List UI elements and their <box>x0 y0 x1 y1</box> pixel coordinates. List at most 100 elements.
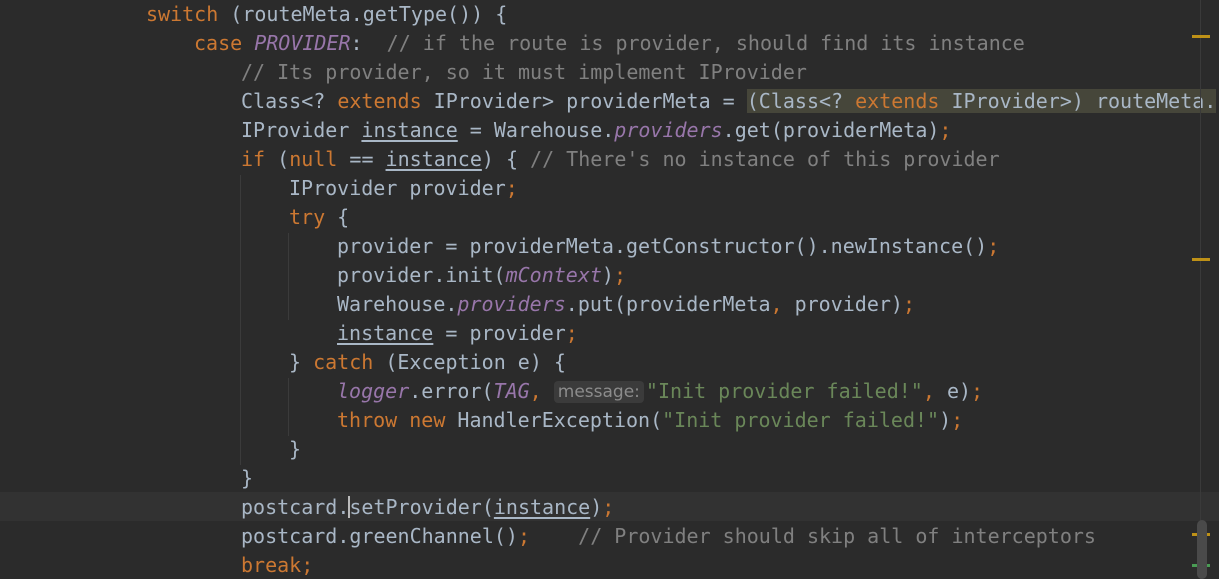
vertical-scrollbar-thumb[interactable] <box>1197 520 1207 579</box>
punctuation-token: ; <box>505 176 518 200</box>
code-line[interactable]: logger.error(TAG, message: "Init provider… <box>337 377 983 406</box>
punctuation-token: , <box>922 379 935 403</box>
string-literal: "Init provider failed!" <box>662 408 940 432</box>
code-token: IProvider <box>241 118 362 142</box>
keyword-token: try <box>289 205 326 229</box>
code-token: provider = providerMeta.getConstructor()… <box>337 234 988 258</box>
code-line[interactable]: provider.init(mContext); <box>337 261 626 290</box>
indent-guide <box>240 175 241 465</box>
code-token: (Exception e) { <box>373 350 566 374</box>
keyword-token: extends <box>337 89 422 113</box>
code-token: } <box>241 466 254 490</box>
code-token: ) <box>601 263 614 287</box>
keyword-token: case <box>194 31 255 55</box>
code-token: } <box>289 437 302 461</box>
keyword-token: throw new <box>337 408 446 432</box>
code-line[interactable]: postcard.setProvider(instance); <box>241 493 614 522</box>
code-token: setProvider( <box>349 495 494 519</box>
punctuation-token: ; <box>602 495 615 519</box>
code-token: == <box>337 147 386 171</box>
keyword-token: if <box>241 147 266 171</box>
keyword-token: catch <box>313 350 374 374</box>
punctuation-token: ; <box>902 292 916 316</box>
keyword-token: switch <box>146 2 219 26</box>
code-line[interactable]: } <box>289 435 301 464</box>
punctuation-token: ; <box>613 263 626 287</box>
punctuation-token: ; <box>939 118 952 142</box>
field-token: logger <box>337 379 410 403</box>
code-line[interactable]: case PROVIDER: // if the route is provid… <box>194 29 1025 58</box>
field-token: providers <box>457 292 566 316</box>
code-token: provider.init( <box>337 263 506 287</box>
code-token: postcard.greenChannel() <box>241 524 518 548</box>
code-token: HandlerException( <box>445 408 663 432</box>
code-token: ) <box>590 495 603 519</box>
code-token: .error( <box>409 379 494 403</box>
editor-scrollbar-track <box>1200 0 1201 579</box>
punctuation-token: ; <box>971 379 984 403</box>
code-token: = Warehouse. <box>457 118 615 142</box>
code-token: : <box>350 31 387 55</box>
code-line[interactable]: postcard.greenChannel(); // Provider sho… <box>241 522 1096 551</box>
comment-token: // There's no instance of this provider <box>530 147 1000 171</box>
code-token: Warehouse. <box>337 292 458 316</box>
string-literal: "Init provider failed!" <box>645 379 923 403</box>
code-token: provider) <box>782 292 903 316</box>
code-line[interactable]: break; <box>241 551 313 579</box>
comment-token: // if the route is provider, should find… <box>386 31 1025 55</box>
field-token: providers <box>614 118 723 142</box>
punctuation-token: , <box>770 292 783 316</box>
indent-guide <box>288 378 289 436</box>
code-token: ) { <box>481 147 531 171</box>
code-line[interactable]: Warehouse.providers.put(providerMeta, pr… <box>337 290 915 319</box>
cast-highlight: IProvider>) routeMeta. <box>939 89 1217 113</box>
indent-guide <box>288 233 289 320</box>
punctuation-token: ; <box>517 524 530 548</box>
code-line[interactable]: switch (routeMeta.getType()) { <box>146 0 507 29</box>
code-line[interactable]: throw new HandlerException("Init provide… <box>337 406 963 435</box>
code-token: ) <box>939 408 952 432</box>
punctuation-token: ; <box>987 234 1000 258</box>
code-token: .put(providerMeta <box>565 292 771 316</box>
keyword-token: break <box>241 553 302 577</box>
code-token: IProvider provider <box>289 176 506 200</box>
code-editor[interactable]: switch (routeMeta.getType()) {case PROVI… <box>0 0 1219 579</box>
code-line[interactable]: Class<? extends IProvider> providerMeta … <box>241 87 1217 116</box>
code-token: = provider <box>433 321 566 345</box>
constant-token: TAG <box>493 379 530 403</box>
code-token: { <box>325 205 350 229</box>
code-token: Class<? <box>241 89 338 113</box>
code-line[interactable]: } <box>241 464 253 493</box>
warning-stripe-marker[interactable] <box>1192 35 1210 38</box>
code-line[interactable]: try { <box>289 203 349 232</box>
code-line[interactable]: provider = providerMeta.getConstructor()… <box>337 232 999 261</box>
cast-highlight: (Class<? <box>746 89 856 113</box>
keyword-token: null <box>289 147 338 171</box>
code-line[interactable]: if (null == instance) { // There's no in… <box>241 145 1000 174</box>
keyword-token: extends <box>855 89 940 113</box>
variable-token: instance <box>361 118 458 142</box>
punctuation-token: ; <box>565 321 578 345</box>
code-token: } <box>289 350 314 374</box>
variable-token: instance <box>493 495 591 519</box>
comment-token: // Its provider, so it must implement IP… <box>241 60 807 84</box>
code-token: ( <box>265 147 290 171</box>
code-token: IProvider> providerMeta = <box>421 89 747 113</box>
code-line[interactable]: // Its provider, so it must implement IP… <box>241 58 807 87</box>
parameter-hint: message: <box>553 381 644 403</box>
code-token: postcard. <box>241 495 350 519</box>
punctuation-token: ; <box>951 408 964 432</box>
code-line[interactable]: } catch (Exception e) { <box>289 348 566 377</box>
code-line[interactable]: IProvider instance = Warehouse.providers… <box>241 116 951 145</box>
warning-stripe-marker[interactable] <box>1192 258 1210 261</box>
code-line[interactable]: IProvider provider; <box>289 174 518 203</box>
code-token: (routeMeta.getType()) { <box>218 2 508 26</box>
punctuation-token: , <box>529 379 542 403</box>
constant-token: PROVIDER <box>254 31 351 55</box>
code-token: .get(providerMeta) <box>722 118 940 142</box>
punctuation-token: ; <box>301 553 314 577</box>
code-line[interactable]: instance = provider; <box>337 319 578 348</box>
field-token: mContext <box>505 263 602 287</box>
